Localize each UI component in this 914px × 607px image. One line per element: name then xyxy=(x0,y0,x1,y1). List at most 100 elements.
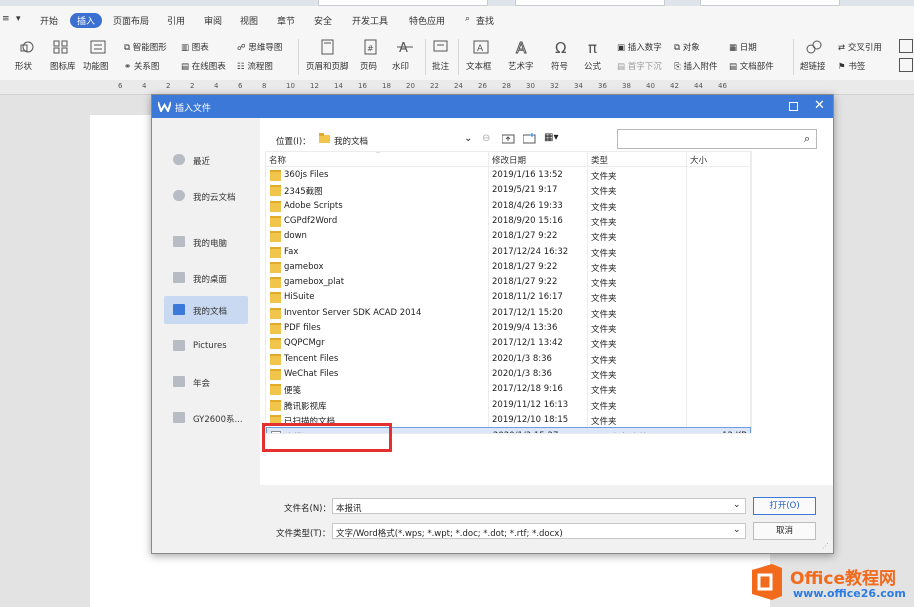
ribbon-header-footer[interactable]: 页眉和页脚 xyxy=(306,60,349,72)
ribbon-insert-number[interactable]: ▣ 插入数字 xyxy=(617,41,662,53)
menu-chapter[interactable]: 章节 xyxy=(277,14,295,27)
chevron-down-icon[interactable]: ⌄ xyxy=(733,525,741,535)
chevron-down-icon[interactable]: ▾ xyxy=(16,14,21,24)
menu-icon[interactable]: ≡ xyxy=(2,14,10,24)
column-header-size[interactable]: 大小 xyxy=(690,154,707,168)
page-number-icon[interactable]: # xyxy=(362,39,380,55)
up-folder-icon[interactable] xyxy=(502,133,515,144)
nav-item[interactable]: 我的文档 xyxy=(164,296,248,324)
nav-item[interactable]: GY2600系... xyxy=(164,404,248,432)
search-input[interactable]: ⌕ xyxy=(617,129,817,149)
ribbon-chart[interactable]: ▥ 图表 xyxy=(181,41,209,53)
file-row[interactable]: 腾讯影视库 2019/11/12 16:13 文件夹 xyxy=(266,397,751,412)
symbol-icon[interactable]: Ω xyxy=(553,39,571,55)
file-row[interactable]: gamebox 2018/1/27 9:22 文件夹 xyxy=(266,259,751,274)
file-row[interactable]: 便笺 2017/12/18 9:16 文件夹 xyxy=(266,381,751,396)
location-value[interactable]: 我的文档 xyxy=(334,135,368,147)
menu-start[interactable]: 开始 xyxy=(40,14,58,27)
open-button[interactable]: 打开(O) xyxy=(753,497,816,515)
file-row[interactable]: Fax 2017/12/24 16:32 文件夹 xyxy=(266,244,751,259)
ribbon-doc-parts[interactable]: ▤ 文档部件 xyxy=(729,60,774,72)
ribbon-shape[interactable]: 形状 xyxy=(15,60,32,72)
formula-icon[interactable]: π xyxy=(586,39,604,55)
ribbon-bookmark[interactable]: ⚑ 书签 xyxy=(838,60,865,72)
ribbon-page-number[interactable]: 页码 xyxy=(360,60,377,72)
ribbon-cross-reference[interactable]: ⇄ 交叉引用 xyxy=(838,41,882,53)
column-header-date[interactable]: 修改日期 xyxy=(492,154,526,168)
ribbon-wordart[interactable]: 艺术字 xyxy=(508,60,534,72)
back-icon[interactable]: ⊖ xyxy=(482,133,490,144)
header-footer-icon[interactable] xyxy=(318,39,336,55)
column-header-type[interactable]: 类型 xyxy=(591,154,608,168)
ribbon-relation-chart[interactable]: ⚭ 关系图 xyxy=(124,60,159,72)
view-grid-icon[interactable]: ▦▾ xyxy=(544,132,558,143)
close-icon[interactable]: ✕ xyxy=(814,98,825,113)
function-chart-icon[interactable] xyxy=(89,39,107,55)
ribbon-smartart[interactable]: ⧉ 智能图形 xyxy=(124,41,167,53)
side-panel-icon[interactable] xyxy=(899,58,913,72)
comment-icon[interactable] xyxy=(432,39,450,55)
menu-view[interactable]: 视图 xyxy=(240,14,258,27)
column-header-name[interactable]: 名称 xyxy=(269,154,286,168)
file-row[interactable]: gamebox_plat 2018/1/27 9:22 文件夹 xyxy=(266,274,751,289)
ribbon-online-chart[interactable]: ▤ 在线图表 xyxy=(181,60,226,72)
file-row[interactable]: 2345截图 2019/5/21 9:17 文件夹 xyxy=(266,182,751,197)
ribbon-watermark[interactable]: 水印 xyxy=(392,60,409,72)
ribbon-mindmap[interactable]: ☍ 思维导图 xyxy=(237,41,282,53)
chevron-down-icon[interactable]: ⌄ xyxy=(464,133,472,144)
ribbon-formula[interactable]: 公式 xyxy=(584,60,601,72)
search-icon[interactable]: ⌕ xyxy=(465,14,470,24)
file-row[interactable]: WeChat Files 2020/1/3 8:36 文件夹 xyxy=(266,366,751,381)
nav-item[interactable]: Pictures xyxy=(164,332,248,360)
new-folder-icon[interactable] xyxy=(523,133,536,144)
ribbon-function-chart[interactable]: 功能图 xyxy=(83,60,109,72)
textbox-icon[interactable]: A xyxy=(472,39,490,55)
horizontal-ruler[interactable]: 6 4 2 2 4 6 8 10 12 14 16 18 20 22 24 26 28 30 32 34 36 38 40 4… xyxy=(0,80,914,95)
search-icon[interactable]: ⌕ xyxy=(804,132,810,146)
ribbon-icon-library[interactable]: 图标库 xyxy=(50,60,76,72)
file-row[interactable]: QQPCMgr 2017/12/1 13:42 文件夹 xyxy=(266,335,751,350)
ribbon-object[interactable]: ⧉ 对象 xyxy=(674,41,700,53)
nav-item[interactable]: 我的云文档 xyxy=(164,182,248,210)
ribbon-insert-attachment[interactable]: ⎘ 插入附件 xyxy=(674,60,718,72)
menu-insert[interactable]: 插入 xyxy=(70,13,103,28)
menu-special-apps[interactable]: 特色应用 xyxy=(409,14,445,27)
filename-input[interactable]: 本报讯 ⌄ xyxy=(332,498,746,514)
menu-security[interactable]: 安全 xyxy=(314,14,332,27)
chevron-down-icon[interactable]: ⌄ xyxy=(733,500,741,510)
file-row[interactable]: CGPdf2Word 2018/9/20 15:16 文件夹 xyxy=(266,213,751,228)
shape-icon[interactable] xyxy=(18,39,36,55)
wordart-icon[interactable]: A xyxy=(514,39,532,55)
nav-item[interactable]: 我的电脑 xyxy=(164,228,248,256)
file-row[interactable]: Inventor Server SDK ACAD 2014 2017/12/1 1… xyxy=(266,305,751,320)
nav-item[interactable]: 我的桌面 xyxy=(164,264,248,292)
menu-review[interactable]: 审阅 xyxy=(204,14,222,27)
hyperlink-icon[interactable] xyxy=(805,39,823,55)
menu-page-layout[interactable]: 页面布局 xyxy=(113,14,149,27)
ribbon-symbol[interactable]: 符号 xyxy=(551,60,568,72)
filetype-select[interactable]: 文字/Word格式(*.wps; *.wpt; *.doc; *.dot; *.… xyxy=(332,523,746,539)
dialog-titlebar[interactable]: 插入文件 ✕ xyxy=(152,95,833,118)
ribbon-date[interactable]: ▦ 日期 xyxy=(729,41,757,53)
resize-grip-icon[interactable]: ⋰ xyxy=(822,542,829,550)
side-panel-icon[interactable] xyxy=(899,39,913,53)
file-row[interactable]: HiSuite 2018/11/2 16:17 文件夹 xyxy=(266,289,751,304)
ribbon-flowchart[interactable]: ☷ 流程图 xyxy=(237,60,273,72)
file-row[interactable]: Tencent Files 2020/1/3 8:36 文件夹 xyxy=(266,351,751,366)
file-row[interactable]: Adobe Scripts 2018/4/26 19:33 文件夹 xyxy=(266,198,751,213)
maximize-icon[interactable] xyxy=(789,102,798,111)
menu-references[interactable]: 引用 xyxy=(167,14,185,27)
ribbon-hyperlink[interactable]: 超链接 xyxy=(800,60,826,72)
ribbon-textbox[interactable]: 文本框 xyxy=(466,60,492,72)
cancel-button[interactable]: 取消 xyxy=(753,522,816,540)
nav-item[interactable]: 最近 xyxy=(164,146,248,174)
icon-library-icon[interactable] xyxy=(52,39,70,55)
file-row[interactable]: 360js Files 2019/1/16 13:52 文件夹 xyxy=(266,167,751,182)
file-row[interactable]: down 2018/1/27 9:22 文件夹 xyxy=(266,228,751,243)
menu-dev-tools[interactable]: 开发工具 xyxy=(352,14,388,27)
file-row[interactable]: PDF files 2019/9/4 13:36 文件夹 xyxy=(266,320,751,335)
ribbon-comment[interactable]: 批注 xyxy=(432,60,449,72)
watermark-icon[interactable]: A xyxy=(396,39,414,55)
nav-item[interactable]: 年会 xyxy=(164,368,248,396)
menu-find[interactable]: 查找 xyxy=(476,14,494,27)
